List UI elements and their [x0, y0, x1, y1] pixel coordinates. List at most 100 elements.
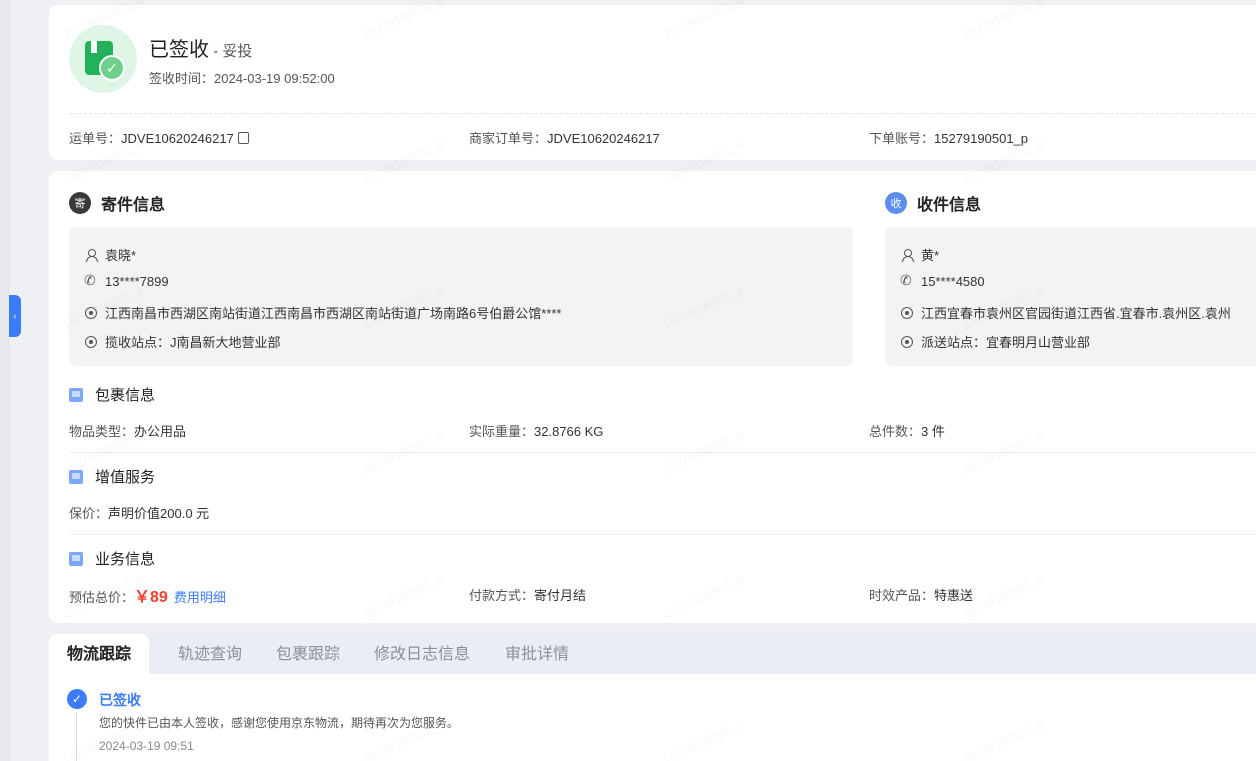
- sender-phone-row: 13****7899: [84, 272, 169, 290]
- insurance-value: 声明价值200.0 元: [108, 506, 210, 521]
- chevron-left-icon: ‹: [13, 311, 17, 321]
- payment-label: 付款方式：: [469, 588, 535, 603]
- count-field: 总件数：3 件: [869, 421, 945, 440]
- waybill-label: 运单号：: [69, 131, 122, 146]
- product-value: 特惠送: [934, 588, 974, 603]
- count-value: 3 件: [921, 424, 945, 439]
- insurance-label: 保价：: [69, 506, 109, 521]
- details-card: 寄寄件信息 袁晓* 13****7899 江西南昌市西湖区南站街道江西南昌市西湖…: [49, 171, 1256, 623]
- item-type-label: 物品类型：: [69, 424, 135, 439]
- value-added-heading: 增值服务: [69, 466, 155, 487]
- value-added-heading-text: 增值服务: [95, 469, 156, 486]
- receiver-phone-row: 15****4580: [900, 272, 985, 290]
- count-label: 总件数：: [869, 424, 922, 439]
- phone-icon: [900, 272, 913, 289]
- sender-info-box: 袁晓* 13****7899 江西南昌市西湖区南站街道江西南昌市西湖区南站街道广…: [69, 227, 853, 366]
- copy-icon[interactable]: [237, 132, 249, 144]
- tracking-tabs: 物流跟踪 轨迹查询 包裹跟踪 修改日志信息 审批详情: [49, 634, 1256, 674]
- sender-heading-text: 寄件信息: [101, 197, 166, 214]
- sender-address-row: 江西南昌市西湖区南站街道江西南昌市西湖区南站街道广场南路6号伯爵公馆****: [85, 303, 561, 322]
- phone-icon: [84, 272, 97, 289]
- location-icon: [85, 335, 97, 348]
- waybill-value: JDVE10620246217: [121, 131, 234, 146]
- receiver-heading-text: 收件信息: [917, 197, 982, 214]
- check-circle-icon: ✓: [67, 689, 87, 709]
- package-heading-text: 包裹信息: [95, 387, 156, 404]
- sign-time-value: 2024-03-19 09:52:00: [214, 71, 335, 86]
- receiver-station: 派送站点：宜春明月山营业部: [921, 335, 1091, 350]
- payment-value: 寄付月结: [534, 588, 587, 603]
- person-icon: [85, 248, 98, 262]
- receiver-info-box: 黄* 15****4580 江西宜春市袁州区官园街道江西省.宜春市.袁州区.袁州…: [885, 227, 1256, 366]
- receiver-station-row: 派送站点：宜春明月山营业部: [901, 332, 1090, 351]
- status-sub: - 妥投: [209, 43, 253, 60]
- receiver-address: 江西宜春市袁州区官园街道江西省.宜春市.袁州区.袁州: [921, 306, 1231, 321]
- item-type-value: 办公用品: [134, 424, 187, 439]
- product-field: 时效产品：特惠送: [869, 585, 973, 604]
- receiver-heading: 收收件信息: [885, 191, 981, 215]
- business-heading-text: 业务信息: [95, 551, 156, 568]
- track-entry-time: 2024-03-19 09:51: [99, 739, 194, 753]
- merchant-order-field: 商家订单号：JDVE10620246217: [469, 128, 660, 147]
- weight-value: 32.8766 KG: [534, 424, 604, 439]
- business-info-icon: [69, 551, 83, 566]
- sender-station: 揽收站点：J南昌新大地营业部: [105, 335, 281, 350]
- tab-trajectory-query[interactable]: 轨迹查询: [178, 634, 242, 674]
- track-entry-title: 已签收: [99, 692, 141, 708]
- account-field: 下单账号：15279190501_p: [869, 128, 1028, 147]
- sender-station-row: 揽收站点：J南昌新大地营业部: [85, 332, 281, 351]
- divider: [69, 113, 1256, 114]
- merchant-order-value: JDVE10620246217: [547, 131, 660, 146]
- receiver-phone: 15****4580: [921, 274, 985, 289]
- tab-package-tracking[interactable]: 包裹跟踪: [276, 634, 340, 674]
- receiver-badge-icon: 收: [885, 192, 907, 214]
- package-heading: 包裹信息: [69, 384, 155, 405]
- sender-name: 袁晓*: [105, 248, 137, 263]
- fee-detail-link[interactable]: 费用明细: [174, 590, 226, 605]
- receiver-name-row: 黄*: [901, 245, 939, 264]
- sender-name-row: 袁晓*: [85, 245, 136, 264]
- account-value: 15279190501_p: [934, 131, 1029, 146]
- tab-logistics-tracking[interactable]: 物流跟踪: [49, 634, 150, 674]
- divider: [69, 534, 1256, 535]
- sender-badge-icon: 寄: [69, 192, 91, 214]
- sender-address: 江西南昌市西湖区南站街道江西南昌市西湖区南站街道广场南路6号伯爵公馆****: [105, 306, 562, 321]
- item-type-field: 物品类型：办公用品: [69, 421, 186, 440]
- product-label: 时效产品：: [869, 588, 935, 603]
- location-icon: [901, 306, 913, 319]
- sign-time-label: 签收时间：: [149, 71, 215, 86]
- check-icon: ✓: [99, 55, 125, 81]
- track-entry-desc: 您的快件已由本人签收，感谢您使用京东物流，期待再次为您服务。: [99, 716, 460, 730]
- location-icon: [85, 306, 97, 319]
- price-label: 预估总价：: [69, 590, 135, 605]
- delivered-status-icon: ✓: [69, 25, 137, 93]
- business-heading: 业务信息: [69, 548, 155, 569]
- location-icon: [901, 335, 913, 348]
- waybill-field: 运单号：JDVE10620246217: [69, 128, 249, 147]
- weight-field: 实际重量：32.8766 KG: [469, 421, 603, 440]
- payment-field: 付款方式：寄付月结: [469, 585, 586, 604]
- status-main: 已签收: [149, 39, 209, 61]
- tab-change-log[interactable]: 修改日志信息: [374, 634, 470, 674]
- insurance-field: 保价：声明价值200.0 元: [69, 503, 209, 522]
- merchant-order-label: 商家订单号：: [469, 131, 548, 146]
- sign-time: 签收时间：2024-03-19 09:52:00: [149, 68, 335, 87]
- left-sidebar-strip: [0, 0, 10, 761]
- account-label: 下单账号：: [869, 131, 935, 146]
- package-info-icon: [69, 387, 83, 402]
- weight-label: 实际重量：: [469, 424, 535, 439]
- status-title: 已签收 - 妥投: [149, 33, 252, 62]
- tab-approval-details[interactable]: 审批详情: [505, 634, 569, 674]
- price-field: 预估总价：￥89 费用明细: [69, 583, 226, 607]
- sender-heading: 寄寄件信息: [69, 191, 165, 215]
- price-value: ￥89: [134, 589, 168, 606]
- sidebar-collapse-button[interactable]: ‹: [9, 295, 21, 337]
- timeline-line: [76, 712, 77, 761]
- tracking-card: 物流跟踪 轨迹查询 包裹跟踪 修改日志信息 审批详情 ✓ 已签收 您的快件已由本…: [49, 634, 1256, 761]
- person-icon: [901, 248, 914, 262]
- receiver-address-row: 江西宜春市袁州区官园街道江西省.宜春市.袁州区.袁州: [901, 303, 1231, 322]
- divider: [69, 452, 1256, 453]
- status-card: ✓ 已签收 - 妥投 签收时间：2024-03-19 09:52:00 运单号：…: [49, 5, 1256, 160]
- sender-phone: 13****7899: [105, 274, 169, 289]
- value-added-icon: [69, 469, 83, 484]
